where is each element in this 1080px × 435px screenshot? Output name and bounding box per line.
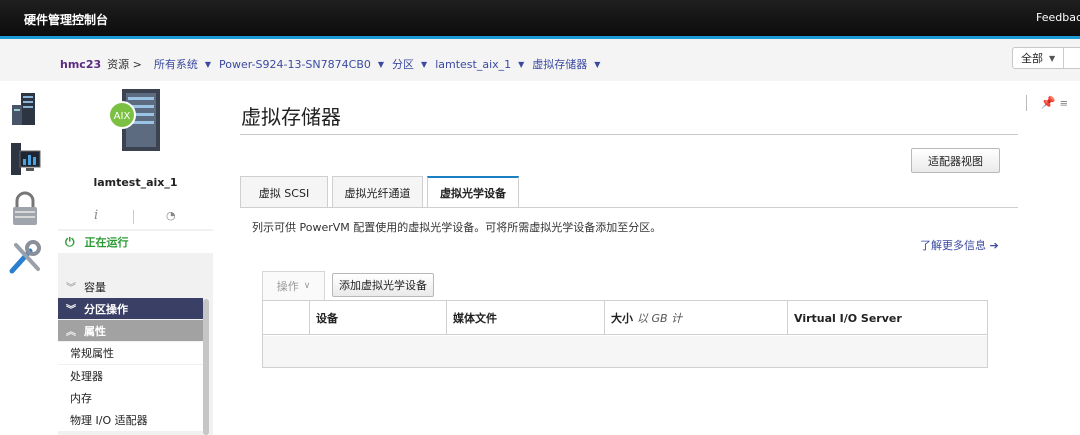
chevron-down-icon: ▼ (1049, 53, 1056, 63)
column-unit: 以 GB 计 (637, 312, 683, 325)
divider (1026, 95, 1027, 111)
tab-description: 列示可供 PowerVM 配置使用的虚拟光学设备。可将所需虚拟光学设备添加至分区… (252, 221, 662, 234)
double-chevron-up-icon: ︽ (66, 327, 76, 338)
chevron-down-icon[interactable]: ▼ (518, 60, 524, 69)
table-header: 设备 媒体文件 大小 以 GB 计 Virtual I/O Server (263, 301, 987, 335)
actions-dropdown-label: 操作 (276, 280, 299, 293)
divider (1063, 48, 1065, 68)
breadcrumb-bar: hmc23 资源 > 所有系统 ▼ Power-S924-13-SN7874CB… (0, 39, 1080, 81)
partition-name: lamtest_aix_1 (93, 176, 178, 189)
partition-status: ⏻ 正在运行 (58, 231, 213, 253)
column-label: Virtual I/O Server (794, 311, 902, 325)
scope-select-value: 全部 (1021, 52, 1043, 65)
feedback-link[interactable]: Feedback (1036, 11, 1080, 24)
virtual-optical-table: 设备 媒体文件 大小 以 GB 计 Virtual I/O Server (262, 300, 988, 368)
chevron-down-icon[interactable]: ▼ (205, 60, 211, 69)
nav-section-partition-ops[interactable]: ︾ 分区操作 (58, 298, 203, 319)
lock-icon[interactable] (8, 191, 42, 227)
breadcrumb-host[interactable]: hmc23 (60, 58, 101, 71)
column-label: 媒体文件 (453, 312, 497, 325)
column-header-media-file[interactable]: 媒体文件 (446, 301, 604, 335)
chevron-down-icon[interactable]: ▼ (594, 60, 600, 69)
actions-dropdown[interactable]: 操作 ∨ (262, 271, 325, 301)
scope-select[interactable]: 全部 ▼ (1012, 47, 1080, 69)
app-title: 硬件管理控制台 (24, 13, 109, 27)
nav-section-label: 分区操作 (84, 302, 128, 316)
main-content: 虚拟存储器 📌 ≡ 适配器视图 虚拟 SCSI 虚拟光纤通道 虚拟光学设备 列示… (214, 81, 1080, 435)
divider (133, 210, 134, 224)
table-body-empty (263, 336, 987, 367)
tab-virtual-scsi[interactable]: 虚拟 SCSI (240, 176, 328, 208)
aix-server-icon: AIX (108, 89, 160, 151)
pin-icon[interactable]: 📌 (1041, 96, 1056, 110)
nav-scrollbar[interactable] (203, 299, 209, 435)
nav-item-general-properties[interactable]: 常规属性 (58, 342, 203, 364)
partition-nav: AIX lamtest_aix_1 i ◔ ⏻ 正在运行 ︾ 容量 ︾ 分区操作… (58, 81, 213, 435)
double-chevron-down-icon: ︾ (66, 305, 76, 316)
column-header-vios[interactable]: Virtual I/O Server (787, 301, 987, 335)
chevron-down-icon[interactable]: ▼ (378, 60, 384, 69)
double-chevron-down-icon: ︾ (66, 283, 76, 294)
aix-badge: AIX (114, 111, 131, 122)
column-label: 设备 (316, 312, 338, 325)
learn-more-link[interactable]: 了解更多信息 ➔ (920, 237, 999, 253)
top-header: 硬件管理控制台 Feedback (0, 0, 1080, 36)
partition-icon-row: i ◔ (58, 208, 213, 228)
menu-icon[interactable]: ≡ (1060, 99, 1068, 110)
nav-item-memory[interactable]: 内存 (58, 387, 203, 409)
tab-virtual-optical[interactable]: 虚拟光学设备 (427, 176, 519, 208)
adapter-view-button[interactable]: 适配器视图 (911, 148, 1000, 173)
nav-section-label: 属性 (84, 324, 106, 338)
page-title: 虚拟存储器 (241, 105, 341, 129)
column-header-size[interactable]: 大小 以 GB 计 (604, 301, 787, 335)
info-icon[interactable]: i (94, 208, 98, 223)
server-icon[interactable] (8, 91, 42, 127)
nav-item-physical-io-adapters[interactable]: 物理 I/O 适配器 (58, 409, 203, 431)
chevron-down-icon[interactable]: ▼ (421, 60, 427, 69)
divider (240, 134, 1018, 135)
nav-item-processors[interactable]: 处理器 (58, 365, 203, 387)
breadcrumb-resources: 资源 > (107, 58, 142, 71)
pie-chart-icon[interactable]: ◔ (166, 209, 176, 222)
left-icon-strip (0, 81, 50, 435)
add-virtual-optical-button[interactable]: 添加虚拟光学设备 (332, 273, 434, 297)
breadcrumb: hmc23 资源 > 所有系统 ▼ Power-S924-13-SN7874CB… (60, 56, 608, 72)
chevron-down-icon: ∨ (303, 281, 311, 291)
breadcrumb-partitions[interactable]: 分区 (392, 56, 414, 72)
nav-section-label: 容量 (84, 280, 106, 294)
partition-card: AIX lamtest_aix_1 i ◔ (58, 81, 213, 229)
storage-tabs: 虚拟 SCSI 虚拟光纤通道 虚拟光学设备 (240, 176, 523, 208)
nav-section-capacity[interactable]: ︾ 容量 (58, 276, 203, 297)
power-icon: ⏻ (65, 234, 75, 249)
nav-section-properties[interactable]: ︽ 属性 (58, 320, 203, 341)
monitor-chart-icon[interactable] (8, 141, 42, 177)
status-label: 正在运行 (84, 236, 129, 249)
table-select-column[interactable] (263, 301, 309, 335)
tab-virtual-fibre-channel[interactable]: 虚拟光纤通道 (332, 176, 423, 208)
breadcrumb-lpar[interactable]: lamtest_aix_1 (435, 58, 511, 71)
column-label: 大小 (611, 312, 633, 325)
breadcrumb-system[interactable]: Power-S924-13-SN7874CB0 (219, 58, 371, 71)
divider (240, 207, 1018, 208)
column-header-device[interactable]: 设备 (309, 301, 446, 335)
page-tools: 📌 ≡ (1026, 95, 1068, 111)
tools-icon[interactable] (8, 239, 42, 275)
breadcrumb-all-systems[interactable]: 所有系统 (154, 56, 198, 72)
breadcrumb-virtual-storage[interactable]: 虚拟存储器 (532, 56, 587, 72)
